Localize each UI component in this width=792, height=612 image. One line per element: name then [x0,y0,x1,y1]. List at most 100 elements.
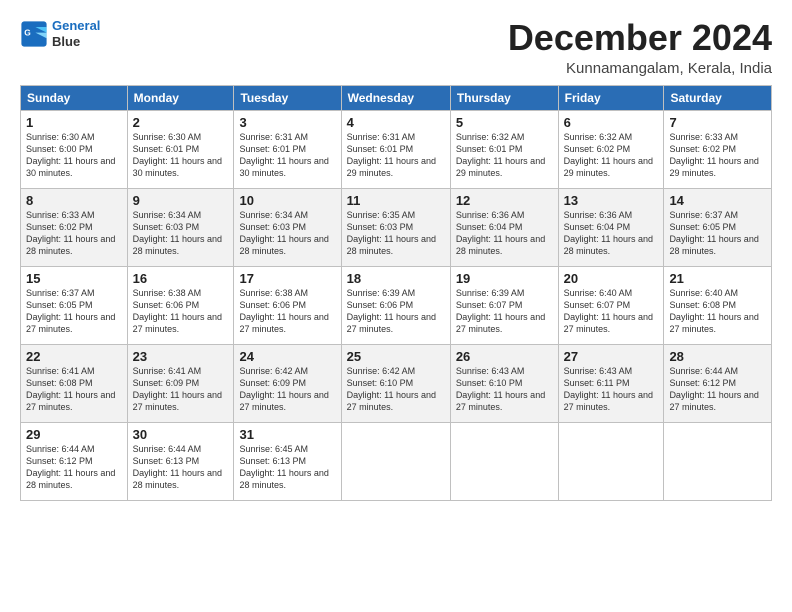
day-info: Sunrise: 6:33 AM Sunset: 6:02 PM Dayligh… [26,209,122,258]
day-number: 25 [347,349,445,364]
day-info: Sunrise: 6:42 AM Sunset: 6:09 PM Dayligh… [239,365,335,414]
calendar-cell: 7 Sunrise: 6:33 AM Sunset: 6:02 PM Dayli… [664,110,772,188]
day-info: Sunrise: 6:30 AM Sunset: 6:01 PM Dayligh… [133,131,229,180]
calendar-cell: 30 Sunrise: 6:44 AM Sunset: 6:13 PM Dayl… [127,422,234,500]
day-info: Sunrise: 6:36 AM Sunset: 6:04 PM Dayligh… [564,209,659,258]
svg-text:G: G [24,27,31,37]
calendar-cell: 15 Sunrise: 6:37 AM Sunset: 6:05 PM Dayl… [21,266,128,344]
calendar-day-header: Sunday [21,85,128,110]
calendar-day-header: Wednesday [341,85,450,110]
day-number: 11 [347,193,445,208]
calendar-week-row: 8 Sunrise: 6:33 AM Sunset: 6:02 PM Dayli… [21,188,772,266]
calendar-cell: 1 Sunrise: 6:30 AM Sunset: 6:00 PM Dayli… [21,110,128,188]
day-info: Sunrise: 6:42 AM Sunset: 6:10 PM Dayligh… [347,365,445,414]
day-info: Sunrise: 6:44 AM Sunset: 6:13 PM Dayligh… [133,443,229,492]
day-number: 22 [26,349,122,364]
day-number: 9 [133,193,229,208]
header: G General Blue December 2024 Kunnamangal… [20,18,772,77]
day-info: Sunrise: 6:31 AM Sunset: 6:01 PM Dayligh… [347,131,445,180]
calendar-cell: 2 Sunrise: 6:30 AM Sunset: 6:01 PM Dayli… [127,110,234,188]
day-number: 5 [456,115,553,130]
calendar-week-row: 1 Sunrise: 6:30 AM Sunset: 6:00 PM Dayli… [21,110,772,188]
day-info: Sunrise: 6:32 AM Sunset: 6:01 PM Dayligh… [456,131,553,180]
calendar-cell: 13 Sunrise: 6:36 AM Sunset: 6:04 PM Dayl… [558,188,664,266]
calendar-cell: 23 Sunrise: 6:41 AM Sunset: 6:09 PM Dayl… [127,344,234,422]
day-info: Sunrise: 6:43 AM Sunset: 6:11 PM Dayligh… [564,365,659,414]
day-number: 26 [456,349,553,364]
day-number: 27 [564,349,659,364]
calendar-cell: 22 Sunrise: 6:41 AM Sunset: 6:08 PM Dayl… [21,344,128,422]
calendar-cell: 3 Sunrise: 6:31 AM Sunset: 6:01 PM Dayli… [234,110,341,188]
day-info: Sunrise: 6:34 AM Sunset: 6:03 PM Dayligh… [133,209,229,258]
day-info: Sunrise: 6:44 AM Sunset: 6:12 PM Dayligh… [26,443,122,492]
day-info: Sunrise: 6:37 AM Sunset: 6:05 PM Dayligh… [669,209,766,258]
day-info: Sunrise: 6:35 AM Sunset: 6:03 PM Dayligh… [347,209,445,258]
calendar-cell: 25 Sunrise: 6:42 AM Sunset: 6:10 PM Dayl… [341,344,450,422]
day-info: Sunrise: 6:30 AM Sunset: 6:00 PM Dayligh… [26,131,122,180]
calendar-cell: 10 Sunrise: 6:34 AM Sunset: 6:03 PM Dayl… [234,188,341,266]
calendar-cell: 29 Sunrise: 6:44 AM Sunset: 6:12 PM Dayl… [21,422,128,500]
calendar-table: SundayMondayTuesdayWednesdayThursdayFrid… [20,85,772,501]
calendar-cell: 27 Sunrise: 6:43 AM Sunset: 6:11 PM Dayl… [558,344,664,422]
day-number: 12 [456,193,553,208]
calendar-day-header: Tuesday [234,85,341,110]
day-info: Sunrise: 6:34 AM Sunset: 6:03 PM Dayligh… [239,209,335,258]
day-number: 30 [133,427,229,442]
calendar-cell: 31 Sunrise: 6:45 AM Sunset: 6:13 PM Dayl… [234,422,341,500]
month-title: December 2024 [508,18,772,58]
day-number: 2 [133,115,229,130]
day-number: 1 [26,115,122,130]
day-number: 16 [133,271,229,286]
calendar-cell: 26 Sunrise: 6:43 AM Sunset: 6:10 PM Dayl… [450,344,558,422]
day-info: Sunrise: 6:40 AM Sunset: 6:07 PM Dayligh… [564,287,659,336]
calendar-day-header: Saturday [664,85,772,110]
calendar-cell: 5 Sunrise: 6:32 AM Sunset: 6:01 PM Dayli… [450,110,558,188]
day-number: 28 [669,349,766,364]
day-info: Sunrise: 6:38 AM Sunset: 6:06 PM Dayligh… [239,287,335,336]
day-number: 29 [26,427,122,442]
calendar-cell: 8 Sunrise: 6:33 AM Sunset: 6:02 PM Dayli… [21,188,128,266]
day-info: Sunrise: 6:33 AM Sunset: 6:02 PM Dayligh… [669,131,766,180]
day-number: 19 [456,271,553,286]
calendar-day-header: Monday [127,85,234,110]
day-number: 6 [564,115,659,130]
day-info: Sunrise: 6:44 AM Sunset: 6:12 PM Dayligh… [669,365,766,414]
logo-line1: General [52,18,100,33]
day-number: 21 [669,271,766,286]
day-info: Sunrise: 6:39 AM Sunset: 6:07 PM Dayligh… [456,287,553,336]
calendar-cell: 16 Sunrise: 6:38 AM Sunset: 6:06 PM Dayl… [127,266,234,344]
calendar-header-row: SundayMondayTuesdayWednesdayThursdayFrid… [21,85,772,110]
logo: G General Blue [20,18,100,49]
day-info: Sunrise: 6:32 AM Sunset: 6:02 PM Dayligh… [564,131,659,180]
day-info: Sunrise: 6:38 AM Sunset: 6:06 PM Dayligh… [133,287,229,336]
day-info: Sunrise: 6:40 AM Sunset: 6:08 PM Dayligh… [669,287,766,336]
logo-icon: G [20,20,48,48]
calendar-week-row: 29 Sunrise: 6:44 AM Sunset: 6:12 PM Dayl… [21,422,772,500]
day-info: Sunrise: 6:37 AM Sunset: 6:05 PM Dayligh… [26,287,122,336]
location: Kunnamangalam, Kerala, India [508,60,772,77]
page: G General Blue December 2024 Kunnamangal… [0,0,792,511]
calendar-week-row: 15 Sunrise: 6:37 AM Sunset: 6:05 PM Dayl… [21,266,772,344]
calendar-cell: 20 Sunrise: 6:40 AM Sunset: 6:07 PM Dayl… [558,266,664,344]
calendar-day-header: Friday [558,85,664,110]
day-info: Sunrise: 6:43 AM Sunset: 6:10 PM Dayligh… [456,365,553,414]
day-number: 18 [347,271,445,286]
day-info: Sunrise: 6:45 AM Sunset: 6:13 PM Dayligh… [239,443,335,492]
day-info: Sunrise: 6:41 AM Sunset: 6:08 PM Dayligh… [26,365,122,414]
calendar-cell [341,422,450,500]
calendar-day-header: Thursday [450,85,558,110]
day-info: Sunrise: 6:39 AM Sunset: 6:06 PM Dayligh… [347,287,445,336]
calendar-cell: 4 Sunrise: 6:31 AM Sunset: 6:01 PM Dayli… [341,110,450,188]
day-number: 20 [564,271,659,286]
day-number: 31 [239,427,335,442]
day-info: Sunrise: 6:31 AM Sunset: 6:01 PM Dayligh… [239,131,335,180]
calendar-week-row: 22 Sunrise: 6:41 AM Sunset: 6:08 PM Dayl… [21,344,772,422]
calendar-cell: 12 Sunrise: 6:36 AM Sunset: 6:04 PM Dayl… [450,188,558,266]
calendar-cell [664,422,772,500]
calendar-cell: 17 Sunrise: 6:38 AM Sunset: 6:06 PM Dayl… [234,266,341,344]
day-number: 13 [564,193,659,208]
day-number: 14 [669,193,766,208]
day-number: 23 [133,349,229,364]
calendar-cell: 19 Sunrise: 6:39 AM Sunset: 6:07 PM Dayl… [450,266,558,344]
calendar-cell [450,422,558,500]
